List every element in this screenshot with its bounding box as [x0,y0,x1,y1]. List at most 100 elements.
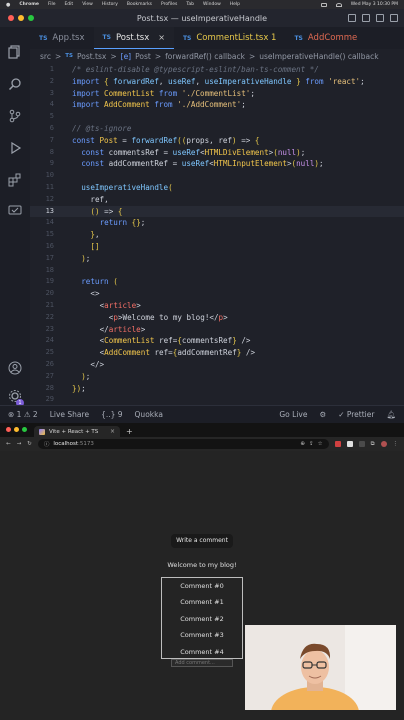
site-info-icon[interactable]: ⓘ [44,440,50,448]
explorer-icon[interactable] [8,45,22,59]
menu-window[interactable]: Window [203,2,221,7]
customize-layout-icon[interactable] [390,14,398,22]
tab-post-tsx[interactable]: TS Post.tsx × [93,27,174,49]
forward-arrow-icon[interactable]: → [17,441,22,447]
close-window-button[interactable] [6,427,11,432]
code-line[interactable]: 20 <> [30,288,404,300]
code-line[interactable]: 2 import { forwardRef, useRef, useImperat… [30,76,404,88]
code-line[interactable]: 25 <AddComment ref={addCommentRef} /> [30,347,404,359]
code-line[interactable]: 24 <CommentList ref={commentsRef} /> [30,335,404,347]
bookmark-star-icon[interactable]: ☆ [318,441,323,447]
tab-commentlist-tsx[interactable]: TS CommentList.tsx 1 [174,27,286,49]
wifi-icon[interactable] [335,2,342,7]
toggle-secondary-sidebar-icon[interactable] [376,14,384,22]
menu-tab[interactable]: Tab [186,2,194,7]
code-editor[interactable]: 1 /* eslint-disable @typescript-eslint/ba… [30,64,404,416]
copilot-icon[interactable]: ⚙ [319,410,326,419]
source-control-icon[interactable] [8,109,22,123]
go-live-button[interactable]: Go Live [279,410,307,419]
code-line[interactable]: 4 import AddComment from './AddComment'; [30,99,404,111]
brace-count-indicator[interactable]: {..} 9 [101,410,122,419]
menu-bookmarks[interactable]: Bookmarks [127,2,152,7]
toggle-sidebar-icon[interactable] [348,14,356,22]
code-line[interactable]: 15}, [30,229,404,241]
chrome-menu-icon[interactable]: ⋮ [393,441,399,447]
code-text: import CommentList from './CommentList'; [72,88,255,98]
code-line[interactable]: 9 const addCommentRef = useRef<HTMLInputE… [30,158,404,170]
extensions-icon[interactable] [8,173,22,187]
notifications-bell-icon[interactable]: 🔔︎ [386,410,396,419]
share-icon[interactable]: ⇪ [309,441,314,447]
code-line[interactable]: 14 return {}; [30,217,404,229]
breadcrumb-file[interactable]: Post.tsx [77,52,106,61]
list-item: Comment #3 [180,631,224,640]
menu-chrome[interactable]: Chrome [19,2,39,7]
tab-addcomment-tsx[interactable]: TS AddComme [285,27,366,49]
menu-help[interactable]: Help [230,2,240,7]
line-number: 26 [45,360,54,368]
toggle-panel-icon[interactable] [362,14,370,22]
write-comment-button[interactable]: Write a comment [171,534,233,548]
code-line[interactable]: 17); [30,253,404,265]
profile-avatar[interactable] [380,441,387,447]
code-line[interactable]: 5 [30,111,404,123]
account-icon[interactable] [8,361,22,375]
code-line[interactable]: 7 const Post = forwardRef((props, ref) =>… [30,135,404,147]
menu-profiles[interactable]: Profiles [161,2,177,7]
extension-icon[interactable] [346,441,353,447]
breadcrumb-forwardref[interactable]: forwardRef() callback [165,52,245,61]
code-line[interactable]: 26 </> [30,359,404,371]
code-line[interactable]: 19 return ( [30,276,404,288]
extension-icon[interactable] [334,441,341,447]
breadcrumb-post[interactable]: Post [135,52,151,61]
back-arrow-icon[interactable]: ← [6,441,11,447]
tab-app-tsx[interactable]: TS App.tsx [30,27,94,49]
extension-icon[interactable] [358,441,365,447]
battery-icon[interactable] [320,2,327,7]
menu-edit[interactable]: Edit [64,2,73,7]
menubar-clock[interactable]: Wed May 3 10:30 PM [351,2,398,7]
code-line[interactable]: 13 () => { [30,205,404,218]
menu-file[interactable]: File [48,2,56,7]
run-debug-icon[interactable] [8,141,22,155]
code-line[interactable]: 11 useImperativeHandle( [30,182,404,194]
close-tab-icon[interactable]: × [158,33,165,42]
search-icon[interactable] [8,77,22,91]
url-port: :5173 [78,441,94,447]
menu-history[interactable]: History [102,2,118,7]
code-line[interactable]: 22 <p>Welcome to my blog!</p> [30,312,404,324]
zoom-window-button[interactable] [22,427,27,432]
apple-icon[interactable]: ● [6,2,10,8]
comment-list[interactable]: Comment #0 Comment #1 Comment #2 Comment… [161,577,243,659]
code-line[interactable]: 16 [] [30,241,404,253]
add-comment-input[interactable]: Add comment... [171,659,233,667]
code-line[interactable]: 12 ref, [30,194,404,206]
code-line[interactable]: 23 </article> [30,324,404,336]
breadcrumb-src[interactable]: src [40,52,51,61]
remote-explorer-icon[interactable] [8,203,22,217]
code-line[interactable]: 27); [30,371,404,383]
quokka-button[interactable]: Quokka [135,410,163,419]
breadcrumb-useimperativehandle[interactable]: useImperativeHandle() callback [259,52,378,61]
menu-view[interactable]: View [82,2,93,7]
code-line[interactable]: 18 [30,265,404,277]
code-line[interactable]: 28}); [30,383,404,395]
code-line[interactable]: 21 <article> [30,300,404,312]
prettier-button[interactable]: ✓ Prettier [338,410,374,419]
code-line[interactable]: 6 // @ts-ignore [30,123,404,135]
new-tab-button[interactable]: + [126,426,133,437]
zoom-icon[interactable]: ⊕ [300,441,305,447]
code-line[interactable]: 8 const commentsRef = useRef<HTMLDivEleme… [30,147,404,159]
address-bar[interactable]: ⓘ localhost:5173 ⊕ ⇪ ☆ [37,439,329,449]
code-line[interactable]: 1 /* eslint-disable @typescript-eslint/ba… [30,64,404,76]
reload-icon[interactable]: ↻ [27,441,32,447]
browser-tab-vite[interactable]: Vite + React + TS × [34,426,120,437]
live-share-button[interactable]: Live Share [50,410,89,419]
code-line[interactable]: 10 [30,170,404,182]
typescript-icon: TS [65,53,73,59]
extensions-puzzle-icon[interactable]: ⧉ [371,441,375,448]
problems-indicator[interactable]: ⊗ 1 ⚠ 2 [8,410,38,419]
minimize-window-button[interactable] [14,427,19,432]
close-tab-icon[interactable]: × [110,428,115,435]
code-line[interactable]: 3 import CommentList from './CommentList'… [30,88,404,100]
